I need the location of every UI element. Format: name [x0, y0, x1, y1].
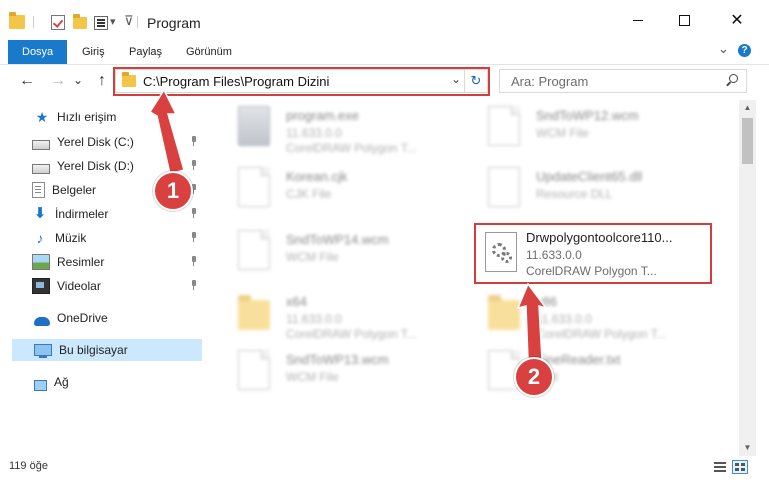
- arrow-2: [516, 282, 548, 361]
- arrow-1: [148, 88, 185, 175]
- step-2-badge: 2: [514, 357, 554, 397]
- annotation-arrows: [148, 88, 548, 361]
- step-1-badge: 1: [153, 171, 193, 211]
